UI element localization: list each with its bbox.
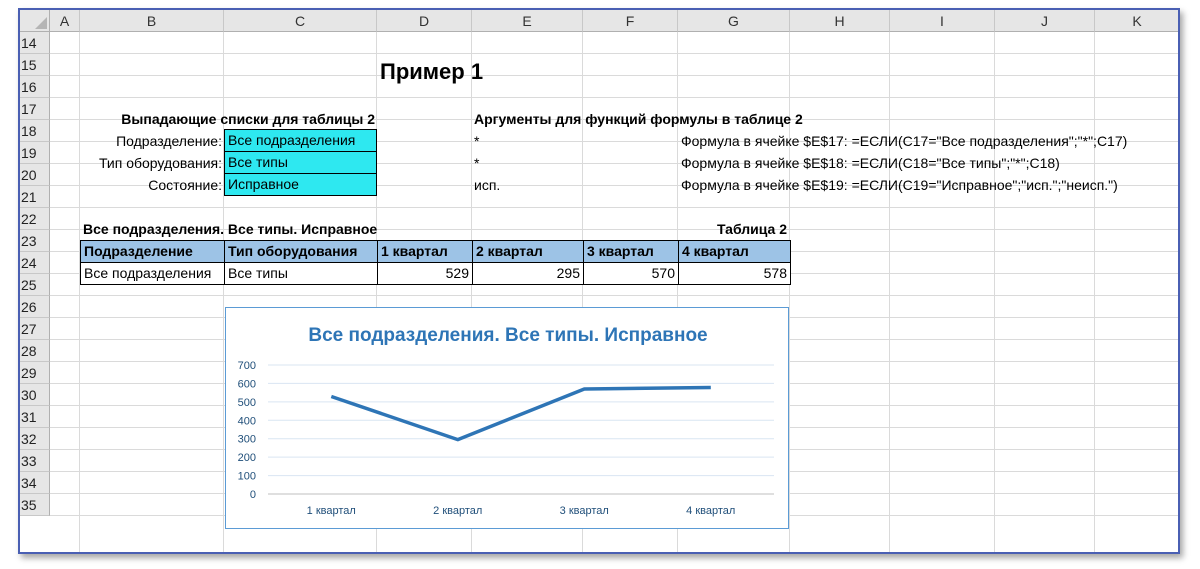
cell-g19[interactable]: Формула в ячейке $E$19: =ЕСЛИ(C19="Испра… [681,174,1118,196]
x-tick-label: 4 квартал [686,505,735,517]
select-all-corner[interactable] [20,10,50,32]
spreadsheet-window: ABCDEFGHIJK 14 15 16 17 18 19 20 21 22 23 24 25 26 27… [18,8,1180,554]
row-header-19[interactable]: 19 [20,142,50,164]
cell-e17[interactable]: * [474,130,479,152]
row-header-31[interactable]: 31 [20,406,50,428]
y-tick-label: 600 [238,378,256,390]
column-header-b[interactable]: B [80,10,224,32]
row-header-23[interactable]: 23 [20,230,50,252]
row-gridline [50,207,1178,208]
column-header-f[interactable]: F [583,10,678,32]
y-tick-label: 100 [238,471,256,483]
label-division: Подразделение: [116,133,222,149]
chart-canvas: Все подразделения. Все типы. Исправное 0… [238,325,774,517]
column-gridline [994,32,995,552]
row-gridline [50,97,1178,98]
column-header-e[interactable]: E [472,10,583,32]
chart-y-ticks: 0 100 200 300 400 500 600 700 [238,360,256,501]
args-header: Аргументы для функций формулы в таблице … [474,111,803,127]
table-header-cell[interactable]: 4 квартал [678,240,791,263]
table-data-cell[interactable]: 578 [678,262,791,285]
row-header-16[interactable]: 16 [20,76,50,98]
select-all-triangle-icon[interactable] [35,17,47,29]
column-header-i[interactable]: I [890,10,995,32]
row-header-14[interactable]: 14 [20,32,50,54]
column-header-j[interactable]: J [995,10,1095,32]
row-header-21[interactable]: 21 [20,186,50,208]
cell-g17[interactable]: Формула в ячейке $E$17: =ЕСЛИ(C17="Все п… [681,130,1127,152]
row-header-27[interactable]: 27 [20,318,50,340]
sheet-title: Пример 1 [380,59,484,84]
row-gridline [50,295,1178,296]
row-header-28[interactable]: 28 [20,340,50,362]
chart-x-ticks: 1 квартал 2 квартал 3 квартал 4 квартал [307,505,736,517]
row-header-25[interactable]: 25 [20,274,50,296]
column-header-k[interactable]: K [1095,10,1178,32]
dropdown-division[interactable]: Все подразделения [224,129,377,152]
table-header-cell[interactable]: 3 квартал [583,240,679,263]
table-header-cell[interactable]: Подразделение [80,240,225,263]
row-header-33[interactable]: 33 [20,450,50,472]
row-header-18[interactable]: 18 [20,120,50,142]
table-header-cell[interactable]: 2 квартал [472,240,584,263]
table-label: Таблица 2 [716,221,787,237]
table-data-cell[interactable]: 529 [377,262,473,285]
column-gridline [889,32,890,552]
dropdown-equipment[interactable]: Все типы [224,151,377,174]
series-line[interactable] [330,385,711,442]
column-header-a[interactable]: A [50,10,80,32]
column-header-h[interactable]: H [790,10,890,32]
row-header-34[interactable]: 34 [20,472,50,494]
table-data-cell[interactable]: 570 [583,262,679,285]
x-tick-label: 1 квартал [307,505,356,517]
chart-gridlines [268,364,774,495]
y-tick-label: 200 [238,452,256,464]
table-data-cell[interactable]: Все типы [224,262,378,285]
table-caption: Все подразделения. Все типы. Исправное [83,221,378,237]
row-header-29[interactable]: 29 [20,362,50,384]
row-header-22[interactable]: 22 [20,208,50,230]
row-header-32[interactable]: 32 [20,428,50,450]
x-tick-label: 2 квартал [433,505,482,517]
dropdowns-header: Выпадающие списки для таблицы 2 [121,111,375,127]
y-tick-label: 700 [238,360,256,372]
cell-e18[interactable]: * [474,152,479,174]
cell-e19[interactable]: исп. [474,174,500,196]
row-header-35[interactable]: 35 [20,494,50,516]
label-state: Состояние: [148,177,222,193]
row-gridline [50,53,1178,54]
row-header-24[interactable]: 24 [20,252,50,274]
row-header-17[interactable]: 17 [20,98,50,120]
cell-g18[interactable]: Формула в ячейке $E$18: =ЕСЛИ(C18="Все т… [681,152,1060,174]
column-gridline [1094,32,1095,552]
row-gridline [50,75,1178,76]
table-header-cell[interactable]: 1 квартал [377,240,473,263]
row-header-15[interactable]: 15 [20,54,50,76]
column-header-d[interactable]: D [377,10,472,32]
column-header-c[interactable]: C [224,10,377,32]
table-header-cell[interactable]: Тип оборудования [224,240,378,263]
dropdown-state[interactable]: Исправное [224,173,377,196]
table-data-cell[interactable]: 295 [472,262,584,285]
column-header-g[interactable]: G [678,10,790,32]
table-data-cell[interactable]: Все подразделения [80,262,225,285]
column-gridline [1179,32,1180,552]
y-tick-label: 300 [238,434,256,446]
row-header-20[interactable]: 20 [20,164,50,186]
y-tick-label: 500 [238,397,256,409]
chart-title: Все подразделения. Все типы. Исправное [308,325,707,346]
line-chart[interactable]: Все подразделения. Все типы. Исправное 0… [225,307,789,529]
y-tick-label: 0 [250,489,256,501]
row-header-30[interactable]: 30 [20,384,50,406]
y-tick-label: 400 [238,415,256,427]
row-header-26[interactable]: 26 [20,296,50,318]
label-equipment: Тип оборудования: [98,155,222,171]
x-tick-label: 3 квартал [560,505,609,517]
